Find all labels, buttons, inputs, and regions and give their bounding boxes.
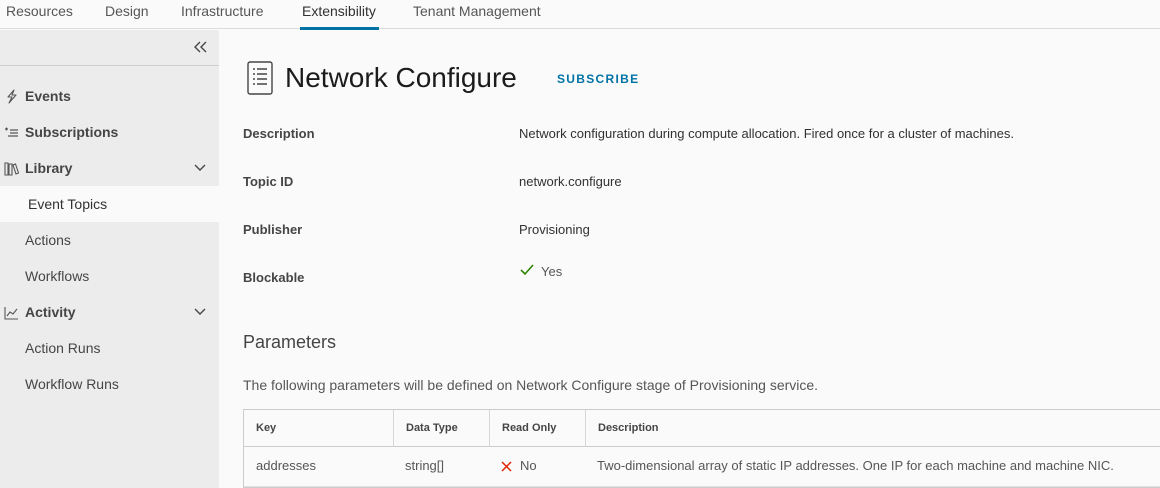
column-header-description[interactable]: Description	[585, 410, 1160, 447]
sidebar-item-events[interactable]: Events	[0, 78, 219, 114]
tab-design[interactable]: Design	[105, 0, 149, 29]
sidebar-item-label: Workflow Runs	[25, 376, 119, 392]
publisher-label: Publisher	[243, 222, 303, 237]
sidebar-item-actions[interactable]: Actions	[0, 222, 219, 258]
double-chevron-left-icon[interactable]	[192, 38, 210, 56]
sidebar-item-label: Action Runs	[25, 340, 101, 356]
sidebar-item-label: Subscriptions	[25, 124, 119, 140]
page-title: Network Configure	[285, 62, 517, 93]
library-icon	[4, 162, 19, 176]
column-header-key[interactable]: Key	[244, 410, 393, 447]
parameters-description: The following parameters will be defined…	[243, 377, 819, 393]
parameters-table: Key Data Type Read Only Description addr…	[243, 409, 1160, 488]
description-value: Network configuration during compute all…	[519, 126, 1014, 141]
tab-infrastructure[interactable]: Infrastructure	[181, 0, 263, 29]
chevron-down-icon[interactable]	[194, 163, 206, 173]
top-navigation: Resources Design Infrastructure Extensib…	[0, 0, 1160, 30]
description-label: Description	[243, 126, 315, 141]
chevron-down-icon[interactable]	[194, 307, 206, 317]
cell-data-type: string[]	[405, 458, 445, 473]
sidebar-item-action-runs[interactable]: Action Runs	[0, 330, 219, 366]
column-header-read-only[interactable]: Read Only	[489, 410, 585, 447]
blockable-value: Yes	[541, 264, 563, 279]
parameters-title: Parameters	[243, 332, 337, 352]
sidebar-item-workflow-runs[interactable]: Workflow Runs	[0, 366, 219, 402]
sidebar-item-label: Activity	[25, 304, 76, 320]
sidebar-divider	[0, 65, 219, 66]
sidebar-item-subscriptions[interactable]: Subscriptions	[0, 114, 219, 150]
sidebar-item-activity[interactable]: Activity	[0, 294, 219, 330]
tab-tenant-management[interactable]: Tenant Management	[413, 0, 541, 29]
table-header: Key Data Type Read Only Description	[244, 410, 1160, 447]
table-row[interactable]: addresses string[] No Two-dimensional ar…	[244, 447, 1160, 487]
sidebar-item-workflows[interactable]: Workflows	[0, 258, 219, 294]
cell-description: Two-dimensional array of static IP addre…	[597, 458, 1114, 473]
sidebar-item-label: Actions	[25, 232, 71, 248]
lightning-icon	[7, 89, 17, 104]
subscribe-button[interactable]: SUBSCRIBE	[557, 72, 639, 86]
sidebar-item-event-topics[interactable]: Event Topics	[0, 186, 219, 222]
main-content: Network Configure SUBSCRIBE Description …	[219, 30, 1160, 488]
sidebar-item-label: Workflows	[25, 268, 90, 284]
close-icon	[501, 461, 512, 472]
publisher-value: Provisioning	[519, 222, 590, 237]
sidebar: Events Subscriptions Library Event Topic…	[0, 30, 219, 488]
blockable-label: Blockable	[243, 270, 305, 285]
document-list-icon	[247, 61, 273, 95]
tab-resources[interactable]: Resources	[6, 0, 73, 29]
activity-chart-icon	[4, 307, 18, 320]
read-only-value: No	[520, 458, 537, 473]
cell-read-only: No	[489, 447, 585, 485]
tab-extensibility[interactable]: Extensibility	[300, 0, 379, 30]
topic-id-label: Topic ID	[243, 174, 294, 189]
sidebar-item-library[interactable]: Library	[0, 150, 219, 186]
column-header-data-type[interactable]: Data Type	[393, 410, 489, 447]
subscription-list-icon	[5, 127, 18, 137]
check-icon	[520, 264, 534, 276]
sidebar-item-label: Library	[25, 160, 73, 176]
topic-id-value: network.configure	[519, 174, 622, 189]
cell-key: addresses	[256, 458, 316, 473]
sidebar-item-label: Event Topics	[28, 196, 108, 212]
sidebar-item-label: Events	[25, 88, 71, 104]
